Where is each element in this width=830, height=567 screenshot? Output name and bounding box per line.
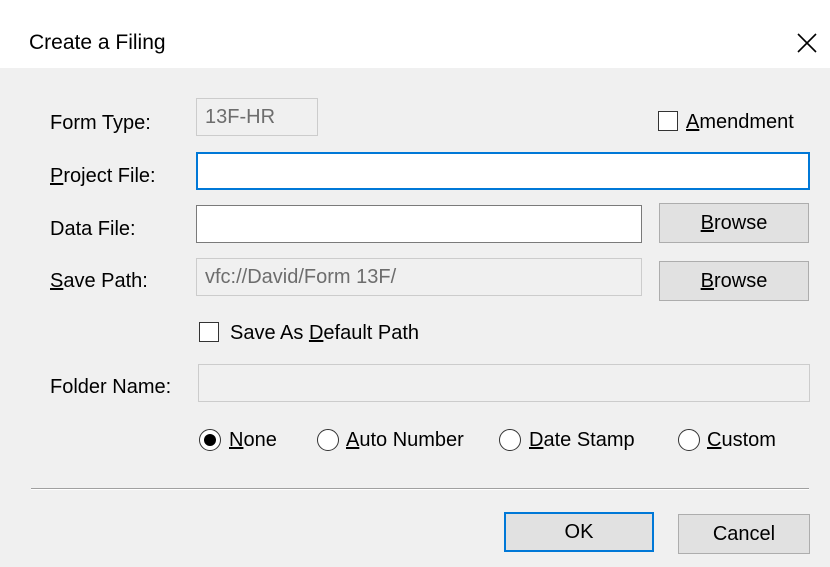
save-path-label: Save Path: [50, 270, 148, 292]
save-default-label[interactable]: Save As Default Path [230, 321, 419, 345]
close-button[interactable] [788, 24, 828, 64]
radio-none-label[interactable]: None [229, 428, 277, 452]
project-file-input[interactable] [196, 152, 810, 190]
radio-date-stamp-label[interactable]: Date Stamp [529, 428, 635, 452]
project-file-label: Project File: [50, 165, 156, 187]
title-bar: Create a Filing [0, 0, 830, 68]
radio-custom-label[interactable]: Custom [707, 428, 776, 452]
create-filing-dialog: Create a Filing Form Type: 13F-HR Amendm… [0, 0, 830, 567]
dialog-body: Form Type: 13F-HR Amendment Project File… [0, 68, 830, 567]
form-type-field: 13F-HR [196, 98, 318, 136]
amendment-checkbox[interactable] [658, 111, 678, 131]
folder-name-label: Folder Name: [50, 376, 172, 398]
data-file-browse-button[interactable]: Browse [659, 203, 809, 243]
folder-name-field [198, 364, 810, 402]
save-path-browse-button[interactable]: Browse [659, 261, 809, 301]
data-file-label: Data File: [50, 218, 136, 240]
data-file-input[interactable] [196, 205, 642, 243]
radio-custom[interactable] [678, 429, 700, 451]
radio-auto-number[interactable] [317, 429, 339, 451]
radio-auto-number-label[interactable]: Auto Number [346, 428, 464, 452]
radio-none[interactable] [199, 429, 221, 451]
radio-date-stamp[interactable] [499, 429, 521, 451]
ok-button[interactable]: OK [504, 512, 654, 552]
cancel-button[interactable]: Cancel [678, 514, 810, 554]
dialog-title: Create a Filing [29, 31, 166, 54]
form-type-label: Form Type: [50, 112, 151, 134]
close-icon [797, 33, 817, 53]
amendment-label[interactable]: Amendment [686, 110, 794, 134]
save-default-checkbox[interactable] [199, 322, 219, 342]
radio-selected-dot [204, 434, 216, 446]
separator [31, 488, 809, 490]
save-path-field: vfc://David/Form 13F/ [196, 258, 642, 296]
